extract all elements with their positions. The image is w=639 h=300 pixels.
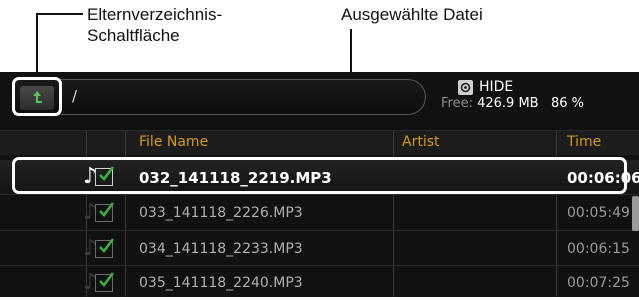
selected-file-callout-label: Ausgewählte Datei (341, 5, 483, 24)
checkbox-checked-icon[interactable] (95, 202, 115, 222)
free-amount: 426.9 MB (477, 96, 539, 111)
storage-free: Free: 426.9 MB 86 % (441, 96, 584, 111)
file-time: 00:05:49 (567, 205, 630, 221)
row-separator (0, 194, 639, 195)
checkbox-checked-icon[interactable] (95, 272, 115, 292)
file-name: 034_141118_2233.MP3 (139, 241, 303, 257)
parent-folder-leader-v (36, 13, 38, 78)
table-row[interactable]: ♪ 033_141118_2226.MP3 00:05:49 (0, 196, 639, 230)
checkbox-checked-icon[interactable] (95, 238, 115, 258)
parent-folder-highlight (12, 77, 62, 116)
hide-button[interactable]: HIDE (458, 79, 513, 95)
table-row[interactable]: ♪ 035_141118_2240.MP3 00:07:25 (0, 266, 639, 300)
scrollbar[interactable] (632, 196, 639, 231)
parent-folder-leader-h (36, 13, 83, 15)
current-path: / (72, 87, 78, 105)
file-name: 033_141118_2226.MP3 (139, 205, 303, 221)
column-file-name[interactable]: File Name (139, 134, 208, 150)
free-label: Free: (441, 96, 473, 111)
row-separator (0, 230, 639, 231)
file-name: 035_141118_2240.MP3 (139, 275, 303, 291)
file-time: 00:07:25 (567, 275, 630, 291)
table-header: File Name Artist Time (0, 130, 639, 155)
parent-folder-callout-label: Elternverzeichnis- Schaltfläche (87, 5, 223, 45)
hide-label: HIDE (479, 79, 514, 95)
column-artist[interactable]: Artist (402, 134, 440, 150)
free-percent: 86 % (551, 96, 585, 111)
selected-file-highlight (12, 157, 627, 194)
column-time[interactable]: Time (567, 134, 601, 150)
hide-icon (458, 79, 473, 95)
file-time: 00:06:15 (567, 241, 630, 257)
table-row[interactable]: ♪ 034_141118_2233.MP3 00:06:15 (0, 232, 639, 266)
